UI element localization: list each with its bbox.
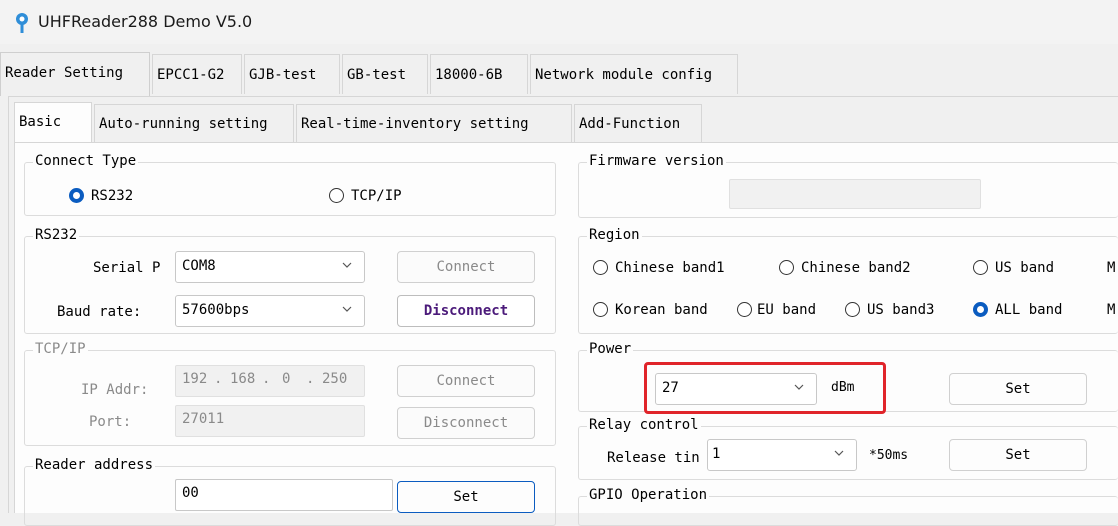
reader-address-field[interactable]: 00 <box>175 479 393 511</box>
power-set-button[interactable]: Set <box>949 373 1087 405</box>
sub-tab-bar: Basic Auto-running setting Real-time-inv… <box>14 102 714 144</box>
serial-port-label: Serial P <box>93 260 161 276</box>
tab-add-function[interactable]: Add-Function <box>574 104 702 142</box>
tcpip-legend: TCP/IP <box>33 340 88 358</box>
serial-port-value: COM8 <box>182 258 216 274</box>
chevron-down-icon <box>342 262 352 268</box>
rs232-disconnect-button[interactable]: Disconnect <box>397 295 535 327</box>
rs232-legend: RS232 <box>33 226 80 244</box>
release-time-select[interactable]: 1 <box>707 439 857 471</box>
tab-18000-6b[interactable]: 18000-6B <box>430 54 528 94</box>
tcpip-disconnect-button[interactable]: Disconnect <box>397 407 535 439</box>
power-legend: Power <box>587 340 634 358</box>
tab-network-module-config[interactable]: Network module config <box>530 54 738 94</box>
radio-us-band3[interactable] <box>845 302 860 317</box>
relay-control-group: Relay control Release tin 1 *50ms Set <box>578 416 1118 480</box>
connect-type-group: Connect Type RS232 TCP/IP <box>24 152 556 216</box>
serial-port-select[interactable]: COM8 <box>175 251 365 283</box>
release-time-label: Release tin <box>607 450 700 466</box>
rs232-group: RS232 Serial P COM8 Connect Baud rate: 5… <box>24 226 556 334</box>
region-group: Region Chinese band1 Chinese band2 US ba… <box>578 226 1118 334</box>
gpio-operation-legend: GPIO Operation <box>587 486 710 504</box>
ip-dot: . <box>262 371 271 387</box>
ip-octet-2: 168 <box>230 371 256 387</box>
baud-rate-label: Baud rate: <box>57 304 142 320</box>
radio-chinese-band2-label: Chinese band2 <box>801 260 911 276</box>
radio-all-band-label: ALL band <box>995 302 1063 318</box>
tab-basic[interactable]: Basic <box>14 102 92 144</box>
radio-tcpip[interactable] <box>329 188 344 203</box>
firmware-version-field <box>729 179 981 209</box>
port-label: Port: <box>89 414 132 430</box>
radio-us-band-label: US band <box>995 260 1055 276</box>
ip-octet-1: 192 <box>182 371 208 387</box>
ip-octet-4: 250 <box>322 371 348 387</box>
reader-address-value: 00 <box>182 485 199 501</box>
rs232-connect-button[interactable]: Connect <box>397 251 535 283</box>
radio-us-band3-label: US band3 <box>867 302 935 318</box>
radio-chinese-band1[interactable] <box>593 260 608 275</box>
port-value: 27011 <box>182 411 225 427</box>
connect-type-legend: Connect Type <box>33 152 139 170</box>
radio-us-band[interactable] <box>973 260 988 275</box>
radio-korean-band[interactable] <box>593 302 608 317</box>
radio-all-band[interactable] <box>973 302 988 317</box>
baud-rate-value: 57600bps <box>182 302 250 318</box>
tcpip-group: TCP/IP IP Addr: 192 . 168 . 0 . 250 Conn… <box>24 340 556 446</box>
region-row2-cut-label: M <box>1107 302 1116 318</box>
baud-rate-select[interactable]: 57600bps <box>175 295 365 327</box>
radio-eu-band-label: EU band <box>757 302 817 318</box>
relay-set-button[interactable]: Set <box>949 439 1087 471</box>
ip-octet-3: 0 <box>282 371 291 387</box>
firmware-version-group: Firmware version <box>578 152 1118 218</box>
radio-korean-band-label: Korean band <box>615 302 708 318</box>
radio-eu-band[interactable] <box>737 302 752 317</box>
tab-real-time-inventory-setting[interactable]: Real-time-inventory setting <box>296 104 572 142</box>
relay-unit-label: *50ms <box>869 448 909 463</box>
radio-rs232[interactable] <box>69 188 84 203</box>
reader-address-group: Reader address 00 Set <box>24 456 556 526</box>
region-legend: Region <box>587 226 642 244</box>
tab-gjb-test[interactable]: GJB-test <box>244 54 340 94</box>
tab-epcc1-g2[interactable]: EPCC1-G2 <box>152 54 242 94</box>
region-row1-cut-label: M <box>1107 260 1116 276</box>
release-time-value: 1 <box>712 446 721 462</box>
radio-chinese-band2[interactable] <box>779 260 794 275</box>
port-field[interactable]: 27011 <box>175 405 365 437</box>
firmware-version-legend: Firmware version <box>587 152 726 170</box>
chevron-down-icon <box>834 450 844 456</box>
relay-control-legend: Relay control <box>587 416 701 434</box>
gpio-operation-group: GPIO Operation <box>578 486 1118 526</box>
ip-dot: . <box>214 371 223 387</box>
reader-address-legend: Reader address <box>33 456 156 474</box>
window-title: UHFReader288 Demo V5.0 <box>38 12 253 31</box>
ip-address-field[interactable]: 192 . 168 . 0 . 250 <box>175 365 365 397</box>
ip-addr-label: IP Addr: <box>81 382 149 398</box>
radio-chinese-band1-label: Chinese band1 <box>615 260 725 276</box>
chevron-down-icon <box>342 306 352 312</box>
app-icon <box>16 13 28 33</box>
radio-rs232-label: RS232 <box>91 188 134 204</box>
tcpip-connect-button[interactable]: Connect <box>397 365 535 397</box>
tab-auto-running-setting[interactable]: Auto-running setting <box>94 104 294 142</box>
reader-address-set-button[interactable]: Set <box>397 481 535 513</box>
main-tab-bar: Reader Setting EPCC1-G2 GJB-test GB-test… <box>0 52 740 96</box>
ip-dot: . <box>306 371 315 387</box>
highlight-box <box>644 362 886 414</box>
tab-reader-setting[interactable]: Reader Setting <box>0 52 150 96</box>
radio-tcpip-label: TCP/IP <box>351 188 402 204</box>
tab-gb-test[interactable]: GB-test <box>342 54 428 94</box>
